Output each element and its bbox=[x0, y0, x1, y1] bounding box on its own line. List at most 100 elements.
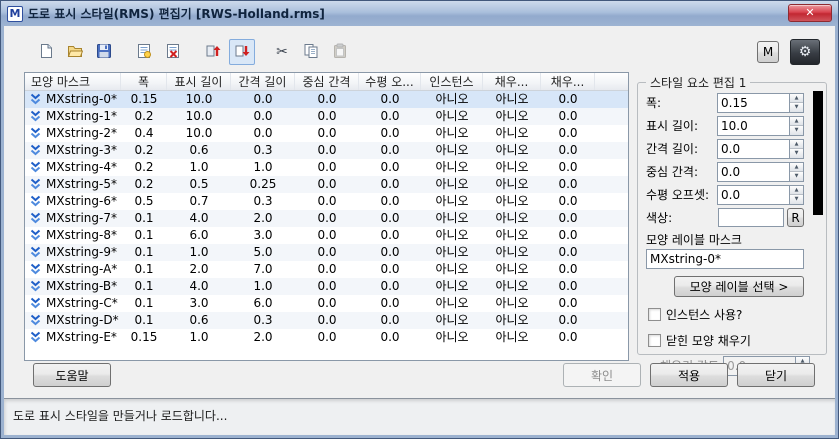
spin-input[interactable] bbox=[717, 138, 789, 159]
title-bar[interactable]: M 도로 표시 스타일(RMS) 편집기 [RWS-Holland.rms] ✕ bbox=[1, 1, 838, 26]
select-shape-label-button[interactable]: 모양 레이블 선택 > bbox=[674, 276, 804, 297]
spin-up-icon[interactable]: ▲ bbox=[790, 93, 803, 103]
column-header[interactable]: 수평 오... bbox=[359, 73, 421, 90]
filler-cell bbox=[595, 91, 628, 108]
display-length-cell: 3.0 bbox=[189, 296, 209, 310]
spin-input[interactable] bbox=[717, 161, 789, 182]
close-button[interactable]: 닫기 bbox=[737, 363, 815, 387]
filler-cell bbox=[595, 142, 628, 159]
spin-down-icon[interactable]: ▼ bbox=[790, 172, 803, 181]
cut-button[interactable]: ✂ bbox=[269, 39, 295, 65]
color-reset-button[interactable]: R bbox=[787, 208, 804, 227]
mask-cell: MXstring-8* bbox=[25, 227, 121, 244]
table-row[interactable]: MXstring-A* 0.1 2.0 7.0 0.0 0.0 아니오 아니오 … bbox=[25, 261, 628, 278]
filler-cell bbox=[595, 193, 628, 210]
fill-angle-cell: 0.0 bbox=[558, 262, 578, 276]
mask-cell: MXstring-2* bbox=[25, 125, 121, 142]
spin-input[interactable] bbox=[717, 92, 789, 113]
help-button[interactable]: 도움말 bbox=[33, 363, 111, 387]
blue-double-chevron-icon bbox=[29, 161, 42, 174]
new-file-button[interactable] bbox=[33, 39, 59, 65]
style-table: 모양 마스크 폭 표시 길이 간격 길이 중심 간격 수평 오... 인스턴스 채우... 채우… bbox=[24, 72, 629, 361]
spin-down-icon[interactable]: ▼ bbox=[790, 149, 803, 158]
width-cell: 0.1 bbox=[134, 228, 154, 242]
column-header[interactable]: 인스턴스 bbox=[421, 73, 483, 90]
fill-closed-shape-checkbox[interactable] bbox=[648, 334, 661, 347]
table-row[interactable]: MXstring-3* 0.2 0.6 0.3 0.0 0.0 아니오 아니오 … bbox=[25, 142, 628, 159]
table-row[interactable]: MXstring-0* 0.15 10.0 0.0 0.0 0.0 아니오 아니… bbox=[25, 91, 628, 108]
table-row[interactable]: MXstring-8* 0.1 6.0 3.0 0.0 0.0 아니오 아니오 … bbox=[25, 227, 628, 244]
filler-cell bbox=[595, 244, 628, 261]
mask-text: MXstring-6* bbox=[46, 194, 117, 208]
paste-icon bbox=[332, 43, 348, 62]
fill-cell: 아니오 bbox=[495, 245, 529, 259]
column-header[interactable]: 간격 길이 bbox=[231, 73, 295, 90]
fill-angle-cell: 0.0 bbox=[558, 109, 578, 123]
instance-cell: 아니오 bbox=[435, 211, 469, 225]
table-row[interactable]: MXstring-2* 0.4 10.0 0.0 0.0 0.0 아니오 아니오… bbox=[25, 125, 628, 142]
paste-button[interactable] bbox=[327, 39, 353, 65]
blue-double-chevron-icon bbox=[29, 93, 42, 106]
column-header[interactable]: 채우... bbox=[483, 73, 541, 90]
table-row[interactable]: MXstring-E* 0.15 1.0 2.0 0.0 0.0 아니오 아니오… bbox=[25, 329, 628, 346]
delete-style-button[interactable] bbox=[160, 39, 186, 65]
instance-checkbox[interactable] bbox=[648, 308, 661, 321]
spin-down-icon[interactable]: ▼ bbox=[790, 126, 803, 135]
copy-button[interactable] bbox=[298, 39, 324, 65]
column-header[interactable]: 채우... bbox=[541, 73, 595, 90]
column-header[interactable]: 모양 마스크 bbox=[25, 73, 121, 90]
fill-cell: 아니오 bbox=[495, 228, 529, 242]
apply-button[interactable]: 적용 bbox=[650, 363, 728, 387]
client-area: ✂ M ⚙ 모양 마스크 폭 표시 길이 간격 길이 중심 간격 수평 오... 인스턴스 채… bbox=[4, 26, 835, 435]
color-input[interactable] bbox=[718, 208, 784, 227]
ok-button[interactable]: 확인 bbox=[563, 363, 641, 387]
settings-button[interactable]: ⚙ bbox=[790, 39, 820, 65]
spin-up-icon[interactable]: ▲ bbox=[790, 185, 803, 195]
table-row[interactable]: MXstring-B* 0.1 4.0 1.0 0.0 0.0 아니오 아니오 … bbox=[25, 278, 628, 295]
field-label: 간격 길이: bbox=[646, 142, 699, 156]
table-row[interactable]: MXstring-1* 0.2 10.0 0.0 0.0 0.0 아니오 아니오… bbox=[25, 108, 628, 125]
display-length-cell: 10.0 bbox=[185, 126, 213, 140]
spin-input[interactable] bbox=[717, 184, 789, 205]
toolbar: ✂ bbox=[33, 39, 353, 65]
table-row[interactable]: MXstring-9* 0.1 1.0 5.0 0.0 0.0 아니오 아니오 … bbox=[25, 244, 628, 261]
spinner-buttons: ▲ ▼ bbox=[789, 138, 804, 159]
spin-up-icon[interactable]: ▲ bbox=[790, 139, 803, 149]
column-header[interactable]: 중심 간격 bbox=[295, 73, 359, 90]
fill-angle-cell: 0.0 bbox=[558, 279, 578, 293]
mask-cell: MXstring-9* bbox=[25, 244, 121, 261]
shape-label-mask-input[interactable] bbox=[646, 249, 804, 269]
table-row[interactable]: MXstring-5* 0.2 0.5 0.25 0.0 0.0 아니오 아니오… bbox=[25, 176, 628, 193]
field-label: 수평 오프셋: bbox=[646, 188, 710, 202]
horizontal-offset-cell: 0.0 bbox=[380, 330, 400, 344]
save-floppy-icon bbox=[96, 43, 112, 62]
open-file-button[interactable] bbox=[62, 39, 88, 65]
table-row[interactable]: MXstring-C* 0.1 3.0 6.0 0.0 0.0 아니오 아니오 … bbox=[25, 295, 628, 312]
table-row[interactable]: MXstring-4* 0.2 1.0 1.0 0.0 0.0 아니오 아니오 … bbox=[25, 159, 628, 176]
add-style-button[interactable] bbox=[131, 39, 157, 65]
save-file-button[interactable] bbox=[91, 39, 117, 65]
close-window-button[interactable]: ✕ bbox=[788, 4, 832, 22]
horizontal-offset-cell: 0.0 bbox=[380, 228, 400, 242]
gap-length-cell: 5.0 bbox=[253, 245, 273, 259]
table-row[interactable]: MXstring-7* 0.1 4.0 2.0 0.0 0.0 아니오 아니오 … bbox=[25, 210, 628, 227]
style-import-button[interactable] bbox=[200, 39, 226, 65]
fill-cell: 아니오 bbox=[495, 211, 529, 225]
horizontal-offset-cell: 0.0 bbox=[380, 92, 400, 106]
mask-cell: MXstring-1* bbox=[25, 108, 121, 125]
column-header[interactable]: 폭 bbox=[121, 73, 167, 90]
spin-down-icon[interactable]: ▼ bbox=[790, 103, 803, 112]
spin-up-icon[interactable]: ▲ bbox=[790, 162, 803, 172]
fill-angle-cell: 0.0 bbox=[558, 211, 578, 225]
gap-length-cell: 0.3 bbox=[253, 143, 273, 157]
center-gap-cell: 0.0 bbox=[317, 126, 337, 140]
spin-input[interactable] bbox=[717, 115, 789, 136]
column-header[interactable]: 표시 길이 bbox=[167, 73, 231, 90]
style-export-button[interactable] bbox=[229, 39, 255, 65]
table-row[interactable]: MXstring-6* 0.5 0.7 0.3 0.0 0.0 아니오 아니오 … bbox=[25, 193, 628, 210]
fill-angle-cell: 0.0 bbox=[558, 126, 578, 140]
spin-down-icon[interactable]: ▼ bbox=[790, 195, 803, 204]
spin-up-icon[interactable]: ▲ bbox=[790, 116, 803, 126]
m-button[interactable]: M bbox=[757, 41, 779, 63]
table-row[interactable]: MXstring-D* 0.1 0.6 0.3 0.0 0.0 아니오 아니오 … bbox=[25, 312, 628, 329]
